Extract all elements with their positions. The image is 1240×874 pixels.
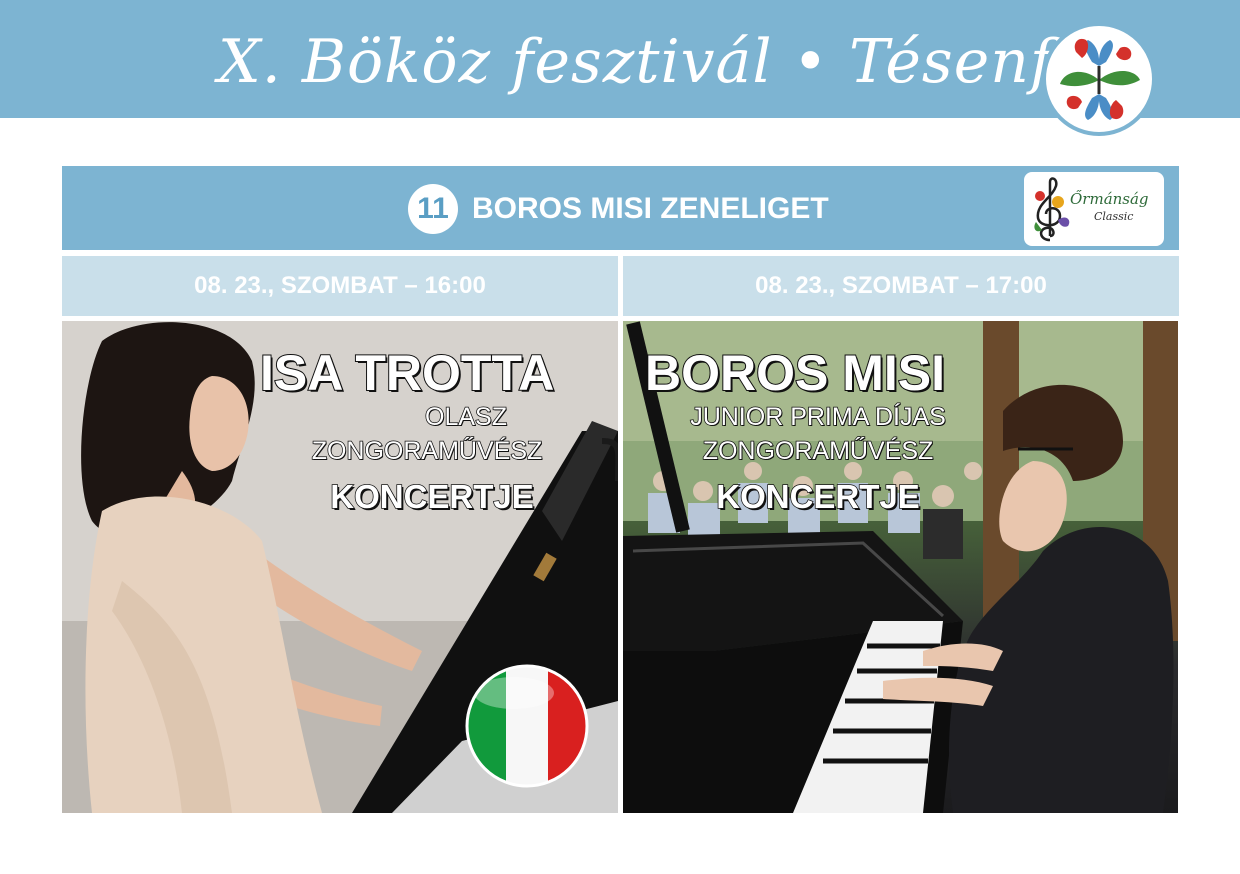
- event-1-subtitle-line-2: ZONGORAMŰVÉSZ: [311, 436, 543, 466]
- event-1-artist-name: ISA TROTTA: [259, 344, 555, 402]
- partner-logo-subtext: Classic: [1094, 210, 1134, 223]
- event-1-subtitle-line-1: OLASZ: [424, 402, 507, 432]
- venue-bar: 11 BOROS MISI ZENELIGET Őrmánság Classic: [62, 166, 1179, 250]
- partner-logo: Őrmánság Classic: [1024, 172, 1164, 246]
- event-1-concert-label: KONCERTJE: [329, 477, 534, 516]
- event-2-artist-name: BOROS MISI: [644, 344, 946, 402]
- event-2-datetime: 08. 23., SZOMBAT – 17:00: [623, 256, 1179, 316]
- event-2-subtitle-line-2: ZONGORAMŰVÉSZ: [702, 436, 934, 466]
- festival-title: X. Bököz fesztivál • Tésenfa: [218, 27, 1090, 97]
- tulip-flower-icon: [1060, 38, 1140, 120]
- venue-number-badge: 11: [408, 184, 458, 234]
- event-2-concert-label: KONCERTJE: [715, 477, 920, 516]
- event-1-datetime: 08. 23., SZOMBAT – 16:00: [62, 256, 618, 316]
- event-2-subtitle-line-1: JUNIOR PRIMA DÍJAS: [689, 402, 946, 432]
- italian-flag-icon: [465, 664, 589, 788]
- festival-logo: [1042, 22, 1156, 136]
- venue-name: BOROS MISI ZENELIGET: [472, 192, 829, 225]
- partner-logo-text: Őrmánság: [1070, 190, 1149, 208]
- event-1-photo-panel: ISA TROTTA OLASZ ZONGORAMŰVÉSZ KONCERTJE: [62, 321, 618, 813]
- treble-clef-flower-icon: [1034, 177, 1070, 242]
- event-2-photo-panel: BOROS MISI JUNIOR PRIMA DÍJAS ZONGORAMŰV…: [623, 321, 1178, 813]
